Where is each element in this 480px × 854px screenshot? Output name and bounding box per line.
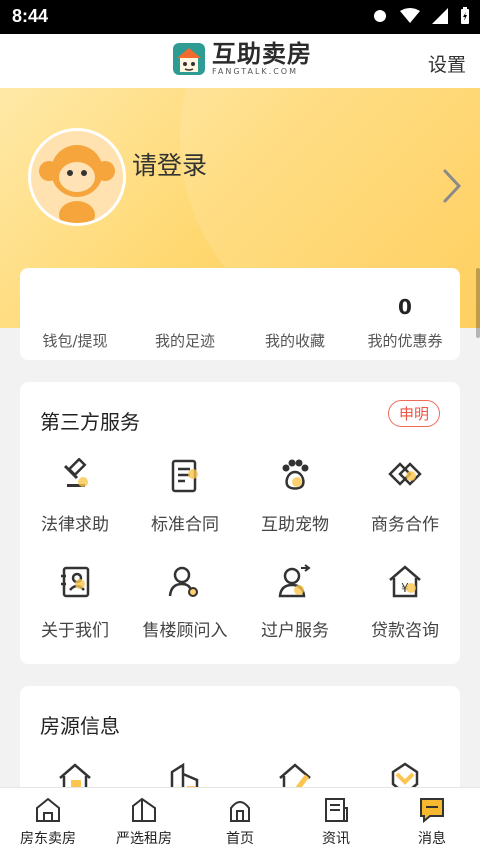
transfer-person-icon [278,564,311,598]
tab-landlord-sell[interactable]: 房东卖房 [0,788,96,854]
tab-selected-rentals[interactable]: 严选租房 [96,788,192,854]
house-icon [36,797,60,822]
stat-label: 我的优惠券 [367,332,443,350]
service-business-cooperation[interactable]: 商务合作 [350,458,460,548]
building-icon [132,797,156,822]
logo-house-icon [173,43,205,75]
service-loan-consulting[interactable]: ¥ 贷款咨询 [350,564,460,654]
stat-label: 钱包/提现 [42,332,108,350]
section-title: 第三方服务 [40,410,140,434]
brand-logo: 互助卖房 FANGTALK.COM [172,42,312,76]
coupons-stat[interactable]: 0 我的优惠券 [350,268,460,360]
monkey-avatar-icon [31,131,123,223]
tab-home[interactable]: 首页 [192,788,288,854]
settings-button[interactable]: 设置 [428,50,466,77]
tab-news[interactable]: 资讯 [288,788,384,854]
statement-badge[interactable]: 申明 [387,400,440,427]
status-time: 8:44 [12,6,49,26]
service-transfer[interactable]: 过户服务 [240,564,350,654]
chevron-right-icon[interactable] [442,168,462,204]
consultant-icon [168,566,198,597]
wifi-icon [400,8,420,23]
service-sales-consultant[interactable]: 售楼顾问入 [130,564,240,654]
wallet-stat[interactable]: 钱包/提现 [20,268,130,360]
home-door-icon [230,801,250,822]
stat-label: 我的足迹 [154,332,215,350]
bottom-tab-bar: 房东卖房 严选租房 首页 资讯 消息 [0,787,480,854]
id-card-icon [61,566,90,598]
brand-name: 互助卖房 [212,40,312,68]
brand-subtitle: FANGTALK.COM [212,67,299,76]
stat-label: 我的收藏 [264,332,325,350]
contract-icon [171,459,198,493]
battery-icon [461,7,469,24]
scrollbar[interactable] [476,268,480,338]
section-title: 房源信息 [40,714,120,738]
app-bar: 互助卖房 FANGTALK.COM 设置 [0,34,480,88]
service-about-us[interactable]: 关于我们 [20,564,130,654]
service-standard-contract[interactable]: 标准合同 [130,458,240,548]
stats-card: 钱包/提现 我的足迹 我的收藏 0 我的优惠券 [20,268,460,360]
tab-messages[interactable]: 消息 [384,788,480,854]
login-prompt[interactable]: 请登录 [132,146,207,182]
signal-icon [374,10,386,22]
message-icon [420,798,444,824]
handshake-icon [388,462,422,486]
coupons-count: 0 [398,295,412,319]
news-icon [325,798,348,822]
service-pet-help[interactable]: 互助宠物 [240,458,350,548]
favorites-stat[interactable]: 我的收藏 [240,268,350,360]
third-party-services-card: 第三方服务 申明 法律求助 标准合同 互助宠物 商务合作 关于我们 售楼顾问入 … [20,382,460,664]
avatar[interactable] [28,128,126,226]
footprint-stat[interactable]: 我的足迹 [130,268,240,360]
status-bar: 8:44 [0,0,480,34]
loan-house-icon: ¥ [389,565,421,598]
paw-icon [282,459,309,490]
service-legal-aid[interactable]: 法律求助 [20,458,130,548]
gavel-icon [63,458,88,487]
cell-icon [432,8,448,24]
